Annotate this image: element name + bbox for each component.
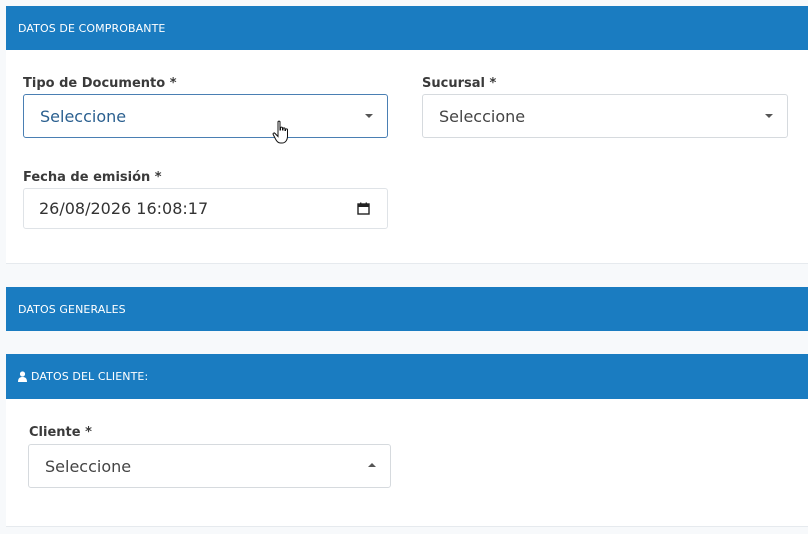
fecha-emision-label: Fecha de emisión *	[23, 170, 162, 185]
page: DATOS DE COMPROBANTE Tipo de Documento *…	[0, 0, 808, 534]
sucursal-value: Seleccione	[439, 106, 526, 126]
fecha-emision-value: 26/08/2026 16:08:17	[39, 199, 209, 218]
section-title: DATOS DEL CLIENTE:	[31, 370, 149, 383]
calendar-icon[interactable]	[357, 202, 370, 215]
cliente-label: Cliente *	[29, 425, 92, 440]
section-title: DATOS DE COMPROBANTE	[18, 21, 166, 35]
cliente-value: Seleccione	[45, 456, 132, 476]
tipo-documento-select[interactable]: Seleccione	[23, 94, 388, 138]
section-title: DATOS GENERALES	[18, 302, 126, 316]
chevron-down-icon	[365, 114, 373, 118]
sucursal-label: Sucursal *	[422, 76, 497, 91]
section-header-comprobante: DATOS DE COMPROBANTE	[6, 6, 808, 50]
tipo-documento-label: Tipo de Documento *	[23, 76, 177, 91]
cliente-select[interactable]: Seleccione	[28, 444, 391, 488]
user-icon	[18, 371, 27, 382]
chevron-down-icon	[765, 114, 773, 118]
fecha-emision-input[interactable]: 26/08/2026 16:08:17	[23, 188, 388, 229]
section-header-cliente: DATOS DEL CLIENTE:	[6, 354, 808, 399]
tipo-documento-value: Seleccione	[40, 106, 127, 126]
chevron-up-icon	[368, 463, 376, 467]
sucursal-select[interactable]: Seleccione	[422, 94, 788, 138]
section-header-generales: DATOS GENERALES	[6, 287, 808, 331]
